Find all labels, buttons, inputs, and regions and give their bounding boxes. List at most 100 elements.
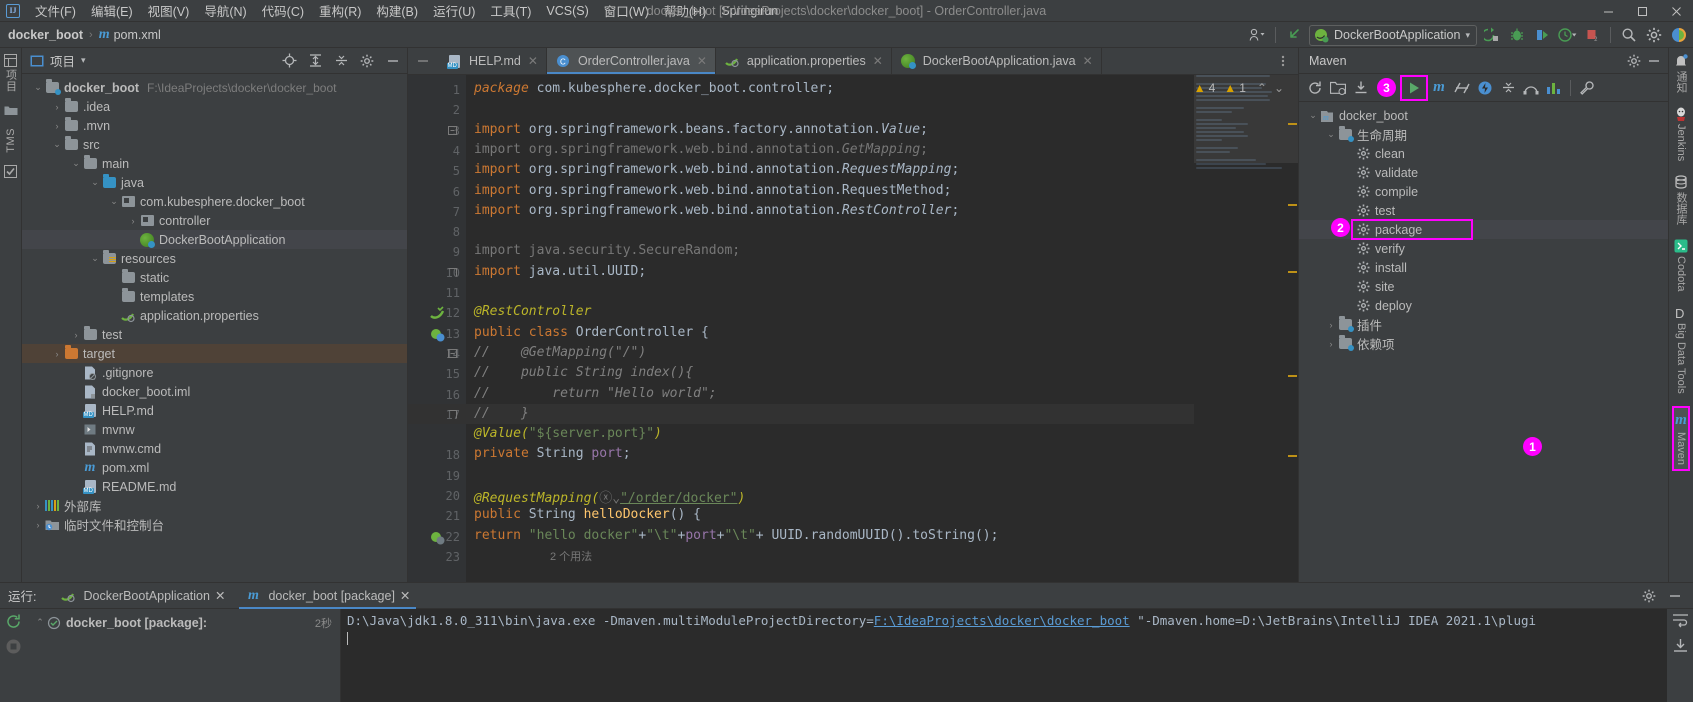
soft-wrap-icon[interactable] — [1672, 613, 1689, 628]
run-with-coverage-icon[interactable] — [1532, 25, 1552, 45]
expand-all-icon[interactable] — [305, 51, 325, 71]
update-project-icon[interactable] — [1284, 25, 1304, 45]
profiler-icon[interactable] — [1557, 25, 1577, 45]
menu-view[interactable]: 视图(V) — [141, 0, 197, 22]
download-sources-icon[interactable] — [1351, 78, 1371, 98]
tree-expand-arrow-icon[interactable]: › — [51, 121, 63, 131]
code-line[interactable]: // public String index(){ — [474, 365, 693, 380]
code-line[interactable]: import org.springframework.web.bind.anno… — [474, 162, 959, 177]
spring-controller-gutter-icon[interactable] — [430, 327, 445, 342]
tool-window-Codota[interactable]: Codota — [1674, 239, 1688, 292]
tree-expand-arrow-icon[interactable]: › — [127, 216, 139, 226]
project-tree-item[interactable]: HELP.md — [22, 401, 407, 420]
inspection-summary[interactable]: ▲ 4 ▲ 1 ⌃ ⌄ — [1194, 81, 1284, 95]
maximize-button[interactable] — [1625, 0, 1659, 22]
maven-tree-item[interactable]: ⌄ 生命周期 — [1299, 125, 1668, 144]
menu-springirun[interactable]: Springirun — [714, 2, 785, 20]
code-line[interactable]: return "hello docker"+"\t"+port+"\t"+ UU… — [474, 528, 998, 543]
project-tree-item[interactable]: › .idea — [22, 97, 407, 116]
project-tree-item[interactable]: m pom.xml — [22, 458, 407, 477]
maven-tree-arrow-icon[interactable]: › — [1325, 320, 1337, 330]
tool-window-Jenkins[interactable]: Jenkins — [1674, 107, 1688, 161]
editor-tab-close-icon[interactable]: ✕ — [1083, 54, 1093, 68]
tree-expand-arrow-icon[interactable]: ⌄ — [51, 139, 63, 150]
tree-expand-arrow-icon[interactable]: ⌄ — [70, 158, 82, 169]
run-maven-goal-button[interactable] — [1400, 74, 1428, 101]
run-task-root[interactable]: ⌃ docker_boot [package]: 2秒 — [26, 613, 340, 632]
fold-marker-comment-block[interactable] — [448, 348, 457, 358]
locate-file-icon[interactable] — [279, 51, 299, 71]
breadcrumb-file[interactable]: pom.xml — [114, 28, 161, 42]
project-tree-item[interactable]: application.properties — [22, 306, 407, 325]
code-line[interactable]: @Value("${server.port}") — [474, 426, 662, 441]
tool-window-Big Data Tools[interactable]: D Big Data Tools — [1674, 306, 1688, 394]
project-tree-item[interactable]: › 外部库 — [22, 496, 407, 515]
color-wheel-icon[interactable] — [1669, 25, 1689, 45]
toggle-offline-mode-icon[interactable] — [1475, 78, 1495, 98]
project-tree-item[interactable]: › .mvn — [22, 116, 407, 135]
tms-strip-label[interactable]: TMS — [5, 128, 17, 153]
project-tree-item[interactable]: mvnw.cmd — [22, 439, 407, 458]
tree-expand-arrow-icon[interactable]: ⌄ — [108, 196, 120, 207]
project-tree-item[interactable]: static — [22, 268, 407, 287]
close-button[interactable] — [1659, 0, 1693, 22]
search-icon[interactable] — [1619, 25, 1639, 45]
editor-tab-close-icon[interactable]: ✕ — [528, 54, 538, 68]
maven-tree-item[interactable]: package — [1299, 219, 1668, 240]
code-line[interactable]: @RequestMapping(ⓧ⌄"/order/docker") — [474, 487, 745, 506]
reload-projects-icon[interactable] — [1305, 78, 1325, 98]
error-stripe[interactable] — [1286, 75, 1298, 582]
maven-tree-item[interactable]: compile — [1299, 182, 1668, 201]
code-line[interactable]: import org.springframework.web.bind.anno… — [474, 203, 959, 218]
add-maven-project-icon[interactable] — [1328, 78, 1348, 98]
editor-tab[interactable]: DockerBootApplication.java ✕ — [892, 48, 1102, 74]
menu-edit[interactable]: 编辑(E) — [84, 0, 140, 22]
project-tree-item[interactable]: ⌄ src — [22, 135, 407, 154]
project-tree-item[interactable]: README.md — [22, 477, 407, 496]
project-tree-item[interactable]: ⌄ resources — [22, 249, 407, 268]
menu-window[interactable]: 窗口(W) — [597, 0, 656, 22]
code-line[interactable]: package com.kubesphere.docker_boot.contr… — [474, 81, 834, 96]
run-settings-gear-icon[interactable] — [1639, 586, 1659, 606]
code-line[interactable]: // @GetMapping("/") — [474, 345, 646, 360]
project-tree-item[interactable]: .gitignore — [22, 363, 407, 382]
run-hide-icon[interactable] — [1665, 586, 1685, 606]
menu-tools[interactable]: 工具(T) — [483, 0, 538, 22]
code-line[interactable]: public class OrderController { — [474, 325, 709, 340]
maven-hide-icon[interactable] — [1644, 51, 1664, 71]
project-tree-item[interactable]: templates — [22, 287, 407, 306]
tool-window-数据库[interactable]: 数据库 — [1673, 175, 1689, 225]
fold-marker-imports[interactable] — [448, 125, 457, 135]
tree-expand-arrow-icon[interactable]: ⌄ — [89, 177, 101, 188]
show-dependencies-icon[interactable] — [1521, 78, 1541, 98]
editor-gutter[interactable]: 1 2 3 4 5 6 7 8 9 10 11 12 13 14 15 16 17 18 19 20 21 22 23 — [408, 75, 466, 582]
gear-icon[interactable] — [1644, 25, 1664, 45]
run-task-tree[interactable]: ⌃ docker_boot [package]: 2秒 — [26, 609, 341, 702]
maven-tree-item[interactable]: › 插件 — [1299, 315, 1668, 334]
maven-tree-arrow-icon[interactable]: › — [1325, 339, 1337, 349]
code-line[interactable]: import java.util.UUID; — [474, 264, 646, 279]
tool-window-通知[interactable]: 通知 — [1673, 54, 1689, 93]
source-code[interactable]: package com.kubesphere.docker_boot.contr… — [466, 75, 1298, 582]
project-tree-item[interactable]: DockerBootApplication — [22, 230, 407, 249]
next-problem-icon[interactable]: ⌄ — [1274, 81, 1284, 95]
toggle-skip-tests-icon[interactable] — [1452, 78, 1472, 98]
editor-tab[interactable]: HELP.md ✕ — [438, 48, 547, 74]
checkbox-strip-icon[interactable] — [4, 164, 17, 178]
editor-minimap[interactable] — [1194, 75, 1298, 582]
console-output[interactable]: D:\Java\jdk1.8.0_311\bin\java.exe -Dmave… — [341, 609, 1667, 702]
tree-expand-arrow-icon[interactable]: › — [70, 330, 82, 340]
code-line[interactable]: // } — [474, 406, 529, 421]
project-tree-item[interactable]: ⌄ docker_boot F:\IdeaProjects\docker\docke… — [22, 78, 407, 97]
code-line[interactable]: public String helloDocker() { — [474, 507, 701, 522]
code-editor[interactable]: 1 2 3 4 5 6 7 8 9 10 11 12 13 14 15 16 17 18 19 20 21 22 23 pa… — [408, 75, 1298, 582]
tree-expand-arrow-icon[interactable]: › — [32, 520, 44, 530]
tree-expand-arrow-icon[interactable]: › — [51, 349, 63, 359]
tree-expand-arrow-icon[interactable]: › — [32, 501, 44, 511]
tool-window-Maven[interactable]: m Maven — [1672, 405, 1690, 471]
editor-tab[interactable]: application.properties ✕ — [716, 48, 892, 74]
tree-expand-arrow-icon[interactable]: › — [51, 102, 63, 112]
project-tree-item[interactable]: › controller — [22, 211, 407, 230]
run-task-arrow-icon[interactable]: ⌃ — [34, 617, 46, 628]
project-tree-item[interactable]: docker_boot.iml — [22, 382, 407, 401]
